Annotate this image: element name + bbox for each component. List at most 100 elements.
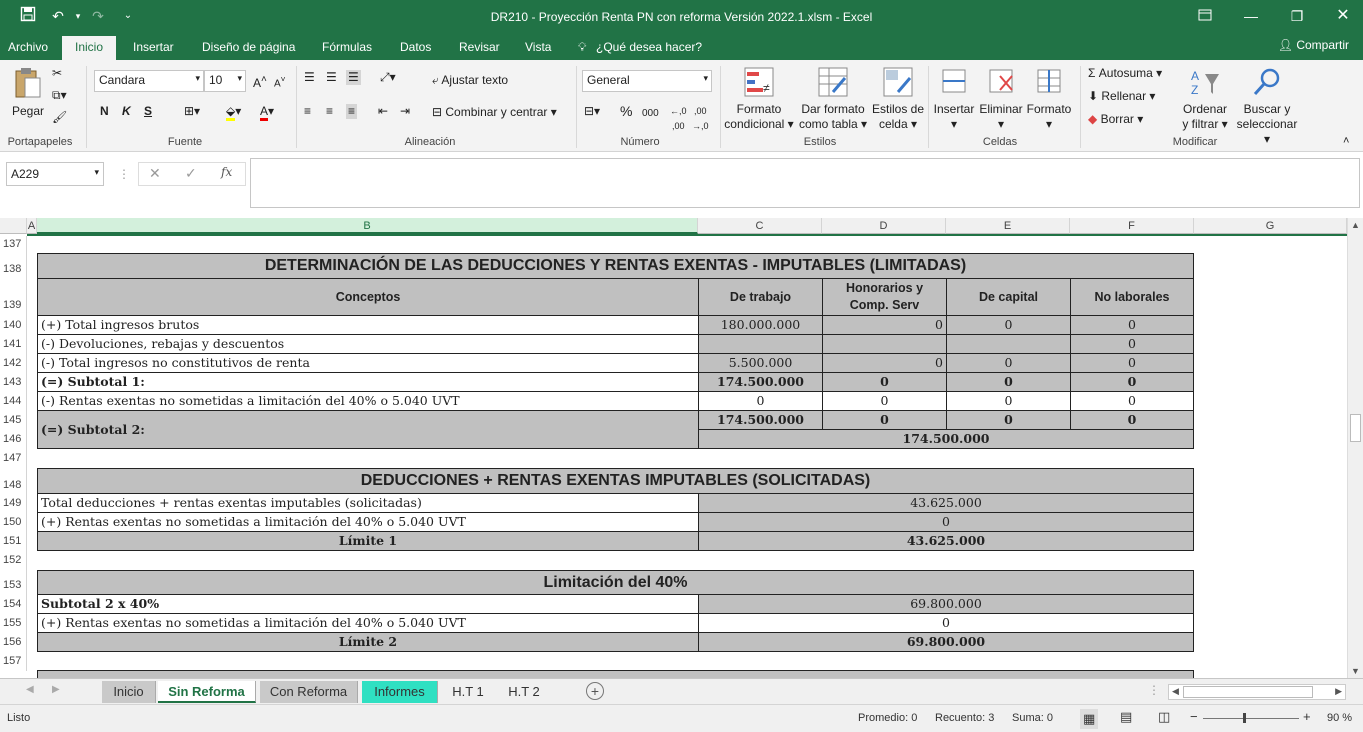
concept-cell[interactable]: (=) Subtotal 1: <box>37 372 699 392</box>
select-all-corner[interactable] <box>0 218 27 234</box>
splitter-icon[interactable]: ⋮ <box>1148 683 1160 697</box>
value-cell[interactable]: 0 <box>822 391 947 411</box>
column-header-e[interactable]: E <box>946 218 1070 234</box>
header-de-trabajo[interactable]: De trabajo <box>698 278 823 316</box>
column-header-b[interactable]: B <box>37 218 698 234</box>
scroll-left-icon[interactable]: ◀ <box>1172 686 1179 697</box>
limit-1-value-cell[interactable]: 43.625.000 <box>698 531 1194 551</box>
value-cell[interactable] <box>946 334 1071 354</box>
enter-icon[interactable]: ✓ <box>185 165 197 182</box>
minimize-icon[interactable]: — <box>1228 5 1274 27</box>
row-header[interactable]: 145 <box>0 411 27 430</box>
row-header[interactable]: 154 <box>0 595 27 614</box>
column-header-c[interactable]: C <box>698 218 822 234</box>
sort-filter-button[interactable]: AZ Ordenar y filtrar ▾ <box>1180 66 1230 132</box>
scroll-right-icon[interactable]: ▶ <box>1335 686 1342 697</box>
row-header[interactable]: 143 <box>0 373 27 392</box>
borders-icon[interactable]: ⊞▾ <box>184 104 200 119</box>
sheet-tab-sin-reforma[interactable]: Sin Reforma <box>158 681 256 703</box>
underline-button[interactable]: S <box>144 104 152 119</box>
format-painter-icon[interactable]: 🖌︎ <box>52 110 67 125</box>
close-icon[interactable]: ✕ <box>1320 5 1363 27</box>
value-cell[interactable]: 0 <box>1070 315 1194 335</box>
sheet-tab-ht1[interactable]: H.T 1 <box>442 681 494 703</box>
paste-button[interactable]: Pegar <box>8 66 48 119</box>
italic-button[interactable]: K <box>122 104 131 119</box>
h-scroll-thumb[interactable] <box>1183 686 1313 698</box>
thousands-button[interactable]: 000 <box>642 106 659 121</box>
formula-input[interactable] <box>250 158 1360 208</box>
clear-button[interactable]: ◆ Borrar ▾ <box>1088 112 1143 127</box>
row-header[interactable]: 157 <box>0 652 27 671</box>
zoom-level[interactable]: 90 % <box>1327 712 1352 724</box>
subtotal-2-total-cell[interactable]: 174.500.000 <box>698 429 1194 449</box>
column-header-d[interactable]: D <box>822 218 946 234</box>
tab-scroll-right-icon[interactable]: ▶ <box>52 684 60 695</box>
font-size-select[interactable]: 10 ▾ <box>204 70 246 92</box>
value-cell[interactable]: 0 <box>822 315 947 335</box>
cut-icon[interactable]: ✂ <box>52 66 62 81</box>
font-color-icon[interactable]: A▾ <box>260 104 274 121</box>
vertical-scrollbar[interactable]: ▲ ▼ <box>1347 218 1363 678</box>
row-header[interactable]: 140 <box>0 316 27 335</box>
value-cell[interactable]: 174.500.000 <box>698 372 823 392</box>
limit-label-cell[interactable]: Límite 2 <box>37 632 699 652</box>
value-cell[interactable]: 0 <box>1070 334 1194 354</box>
zoom-slider[interactable] <box>1203 718 1299 719</box>
row-header[interactable]: 141 <box>0 335 27 354</box>
value-cell[interactable]: 0 <box>822 410 947 430</box>
fill-color-icon[interactable]: ⬙▾ <box>226 104 241 121</box>
section-title-limitacion-40[interactable]: Limitación del 40% <box>37 570 1194 595</box>
decrease-indent-icon[interactable]: ⇤ <box>378 104 388 119</box>
insert-cells-button[interactable]: Insertar ▾ <box>932 66 976 132</box>
sheet-tab-inicio[interactable]: Inicio <box>102 681 156 703</box>
concept-cell[interactable]: Total deducciones + rentas exentas imput… <box>37 493 699 513</box>
fill-button[interactable]: ⬇ Rellenar ▾ <box>1088 89 1155 104</box>
align-right-icon[interactable]: ≡ <box>346 104 358 119</box>
value-cell[interactable]: 0 <box>946 391 1071 411</box>
row-header[interactable]: 138 <box>0 253 27 279</box>
row-header[interactable]: 147 <box>0 449 27 468</box>
row-header[interactable]: 149 <box>0 494 27 513</box>
tab-insertar[interactable]: Insertar <box>133 40 174 54</box>
row-header[interactable]: 148 <box>0 468 27 494</box>
maximize-icon[interactable]: ❐ <box>1274 5 1320 27</box>
add-sheet-icon[interactable]: + <box>586 682 604 700</box>
row-header[interactable]: 150 <box>0 513 27 532</box>
number-format-select[interactable]: General ▾ <box>582 70 712 92</box>
column-header-g[interactable]: G <box>1194 218 1347 234</box>
horizontal-scrollbar[interactable]: ◀ ▶ <box>1168 684 1346 700</box>
normal-view-icon[interactable]: ▦ <box>1080 709 1099 729</box>
orientation-icon[interactable]: ⤢▾ <box>380 70 396 85</box>
autosum-button[interactable]: Σ Autosuma ▾ <box>1088 66 1162 81</box>
value-cell[interactable]: 0 <box>946 372 1071 392</box>
value-cell[interactable]: 0 <box>822 372 947 392</box>
value-cell[interactable]: 0 <box>698 391 823 411</box>
tab-diseno-pagina[interactable]: Diseño de página <box>202 40 295 54</box>
find-select-button[interactable]: Buscar y seleccionar ▾ <box>1232 66 1302 147</box>
row-header[interactable]: 142 <box>0 354 27 373</box>
value-cell[interactable]: 174.500.000 <box>698 410 823 430</box>
wrap-text-button[interactable]: ⤶ Ajustar texto <box>432 73 508 88</box>
header-honorarios[interactable]: Honorarios y Comp. Serv <box>822 278 947 316</box>
cell-styles-button[interactable]: Estilos de celda ▾ <box>870 66 926 132</box>
value-cell[interactable] <box>698 334 823 354</box>
concept-cell[interactable]: (+) Total ingresos brutos <box>37 315 699 335</box>
header-conceptos[interactable]: Conceptos <box>37 278 699 316</box>
value-cell[interactable]: 0 <box>698 512 1194 532</box>
font-name-select[interactable]: Candara ▾ <box>94 70 204 92</box>
tell-me-search[interactable]: ¿Qué desea hacer? <box>596 40 702 54</box>
insert-function-icon[interactable]: fx <box>221 165 232 179</box>
sheet-tab-informes[interactable]: Informes <box>362 681 438 703</box>
row-header[interactable]: 151 <box>0 532 27 551</box>
value-cell[interactable]: 69.800.000 <box>698 594 1194 614</box>
page-break-icon[interactable]: ◫ <box>1158 709 1170 725</box>
format-cells-button[interactable]: Formato ▾ <box>1026 66 1072 132</box>
align-left-icon[interactable]: ≡ <box>304 104 311 119</box>
tab-datos[interactable]: Datos <box>400 40 431 54</box>
zoom-slider-thumb[interactable] <box>1243 713 1246 723</box>
tab-inicio[interactable]: Inicio <box>62 36 117 60</box>
name-box[interactable]: A229 ▾ <box>6 162 104 186</box>
shrink-font-icon[interactable]: A˅ <box>274 72 286 91</box>
share-button[interactable]: 👤︎ Compartir <box>1278 38 1349 52</box>
